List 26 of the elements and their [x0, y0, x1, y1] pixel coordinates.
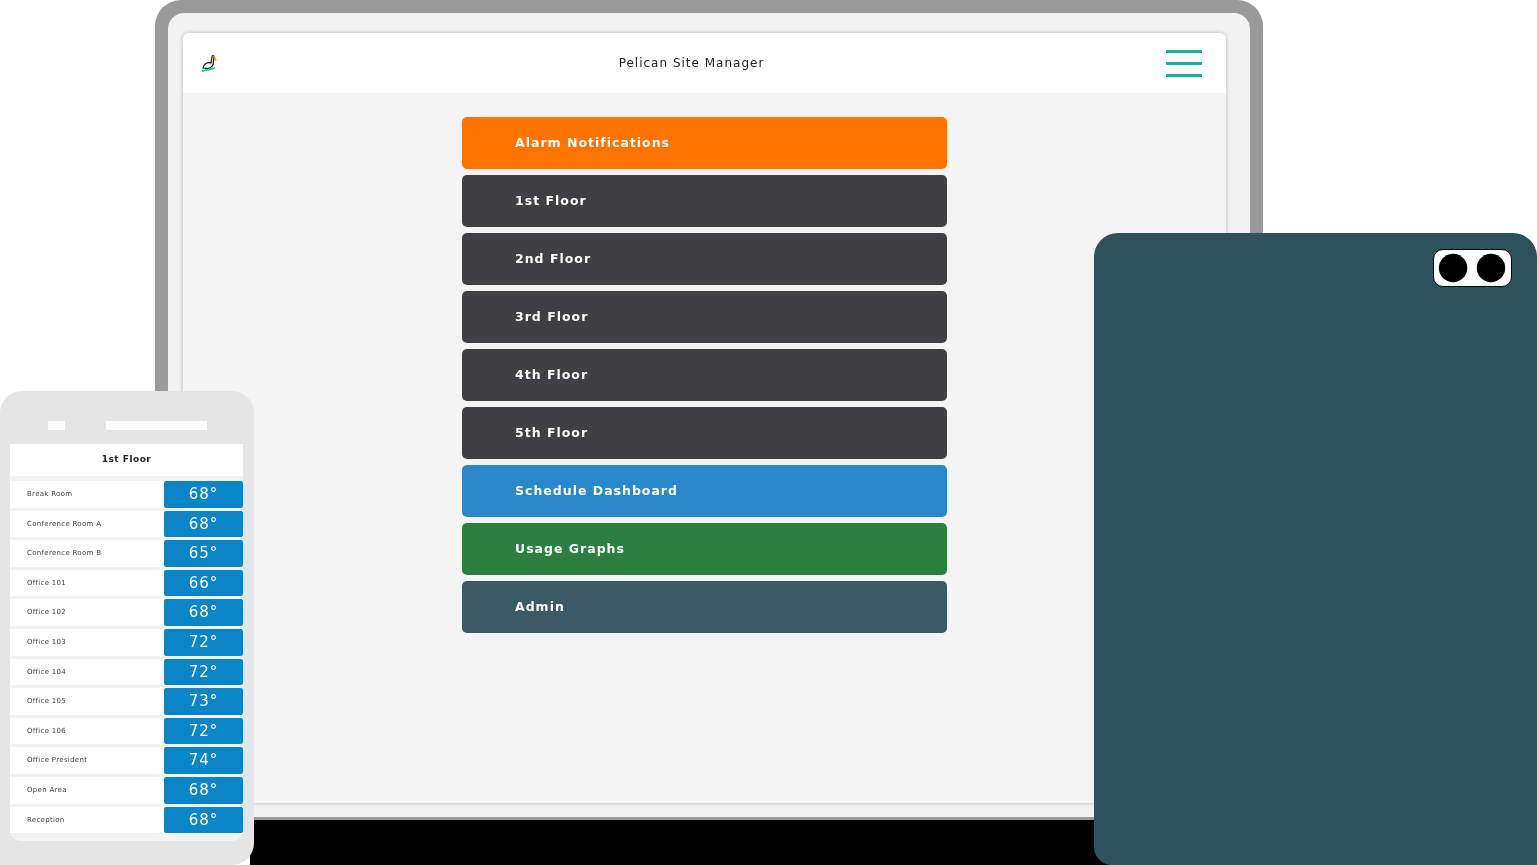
pelican-logo-icon: [199, 53, 217, 73]
temperature-button[interactable]: 68°: [164, 776, 243, 804]
temperature-button[interactable]: 68°: [164, 510, 243, 538]
menu-button[interactable]: 4th Floor: [462, 349, 947, 401]
menu-button[interactable]: 5th Floor: [462, 407, 947, 459]
temperature-button[interactable]: 68°: [164, 806, 243, 834]
menu-icon[interactable]: [1166, 49, 1202, 77]
camera-slot: [48, 421, 65, 430]
temperature-button[interactable]: 73°: [164, 688, 243, 715]
menu-button[interactable]: Usage Graphs: [462, 523, 947, 575]
temperature-button[interactable]: 66°: [164, 569, 243, 597]
temperature-button[interactable]: 68°: [164, 481, 243, 508]
temperature-button[interactable]: 72°: [164, 717, 243, 745]
temperature-button[interactable]: 72°: [164, 658, 243, 686]
temperature-button[interactable]: 74°: [164, 747, 243, 774]
app-title: Pelican Site Manager: [618, 55, 765, 72]
camera-icon: [1433, 249, 1512, 287]
menu-button[interactable]: 1st Floor: [462, 175, 947, 227]
menu-button[interactable]: 3rd Floor: [462, 291, 947, 343]
temperature-button[interactable]: 65°: [164, 540, 243, 567]
floor-title: 1st Floor: [10, 444, 243, 476]
temperature-button[interactable]: 72°: [164, 628, 243, 656]
menu-button[interactable]: 2nd Floor: [462, 233, 947, 285]
temperature-button[interactable]: 68°: [164, 599, 243, 626]
menu-button[interactable]: Schedule Dashboard: [462, 465, 947, 517]
menu-button[interactable]: Admin: [462, 581, 947, 633]
